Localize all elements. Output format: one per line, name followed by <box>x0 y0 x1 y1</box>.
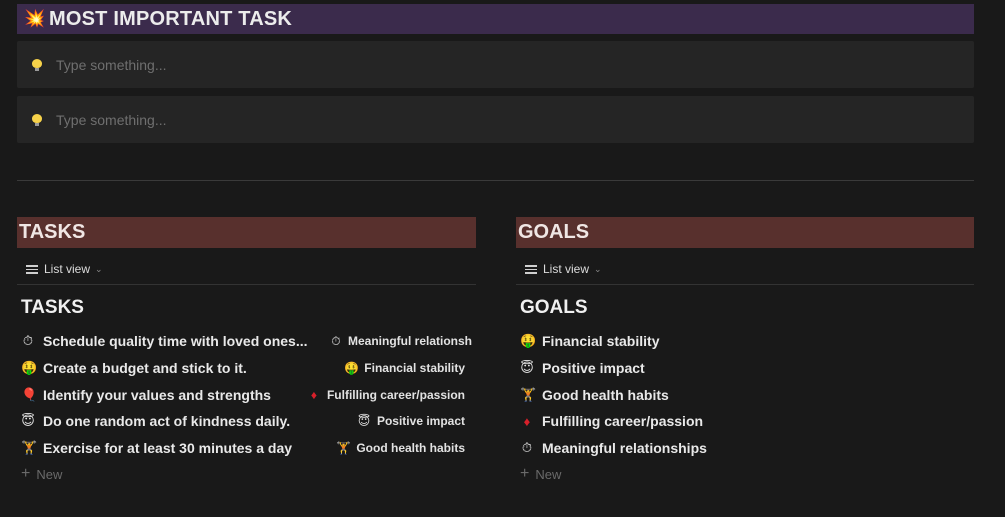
goal-item[interactable]: 😇 Positive impact <box>520 357 645 379</box>
diamond-icon: ♦ <box>310 388 318 402</box>
goal-item-label: Positive impact <box>542 360 645 376</box>
task-item[interactable]: 🏋 Exercise for at least 30 minutes a day <box>21 437 292 459</box>
goal-item[interactable]: ♦ Fulfilling career/passion <box>520 410 703 432</box>
goal-item-label: Financial stability <box>542 333 660 349</box>
chevron-down-icon: ⌄ <box>95 263 103 274</box>
goal-item[interactable]: ⏱ Meaningful relationships <box>520 437 707 459</box>
diamond-icon: ♦ <box>523 413 531 429</box>
goal-item-label: Good health habits <box>542 387 669 403</box>
money-face-icon: 🤑 <box>520 333 537 348</box>
goals-list-title: GOALS <box>520 297 588 318</box>
task-item[interactable]: ⏱ Schedule quality time with loved ones.… <box>21 330 308 352</box>
task-item-label: Identify your values and strengths <box>43 387 271 403</box>
tasks-header-label: TASKS <box>19 221 86 243</box>
task-item[interactable]: 😇 Do one random act of kindness daily. <box>21 410 290 432</box>
tasks-view-divider <box>17 284 476 285</box>
task-goal-relation[interactable]: ⏱ Meaningful relationsh <box>330 330 472 352</box>
list-icon <box>525 264 537 274</box>
weightlifter-icon: 🏋 <box>336 441 352 455</box>
balloon-icon: 🎈 <box>21 387 38 402</box>
halo-face-icon: 😇 <box>21 413 35 428</box>
goal-item-label: Meaningful relationships <box>542 440 707 456</box>
stopwatch-icon: ⏱ <box>331 333 341 348</box>
tasks-list-view-button[interactable]: List view ⌄ <box>26 262 103 276</box>
relation-label: Fulfilling career/passion <box>326 388 465 402</box>
goal-item-label: Fulfilling career/passion <box>542 413 704 429</box>
new-label: New <box>535 466 562 482</box>
tasks-header: TASKS <box>17 217 476 248</box>
explosion-icon: 💥 <box>24 9 46 28</box>
stopwatch-icon: ⏱ <box>521 440 533 455</box>
new-label: New <box>36 466 63 482</box>
task-item-label: Do one random act of kindness daily. <box>43 413 291 429</box>
halo-face-icon: 😇 <box>520 360 534 375</box>
plus-icon: + <box>21 465 31 482</box>
task-item[interactable]: 🤑 Create a budget and stick to it. <box>21 357 247 379</box>
money-face-icon: 🤑 <box>344 361 360 375</box>
goal-item[interactable]: 🤑 Financial stability <box>520 330 659 352</box>
goals-header-label: GOALS <box>518 221 590 243</box>
halo-face-icon: 😇 <box>357 414 371 428</box>
lightbulb-icon <box>32 113 42 126</box>
relation-label: Financial stability <box>364 361 465 375</box>
goals-new-button[interactable]: + New <box>520 465 561 483</box>
input-placeholder: Type something... <box>56 111 167 128</box>
relation-label: Positive impact <box>376 414 465 428</box>
chevron-down-icon: ⌄ <box>594 263 602 274</box>
task-input-2[interactable]: Type something... <box>17 96 974 143</box>
relation-label: Meaningful relationsh <box>347 334 472 348</box>
lightbulb-icon <box>32 58 42 71</box>
most-important-task-banner: 💥 MOST IMPORTANT TASK <box>17 4 974 34</box>
weightlifter-icon: 🏋 <box>21 440 38 455</box>
tasks-new-button[interactable]: + New <box>21 465 62 483</box>
relation-label: Good health habits <box>356 441 465 455</box>
list-icon <box>26 264 38 274</box>
list-view-label: List view <box>543 262 590 276</box>
task-goal-relation[interactable]: ♦ Fulfilling career/passion <box>300 384 465 406</box>
task-item-label: Create a budget and stick to it. <box>43 360 247 376</box>
task-goal-relation[interactable]: 🏋 Good health habits <box>330 437 465 459</box>
task-goal-relation[interactable]: 😇 Positive impact <box>330 410 465 432</box>
input-placeholder: Type something... <box>56 56 167 73</box>
goal-item[interactable]: 🏋 Good health habits <box>520 384 669 406</box>
goals-header: GOALS <box>516 217 974 248</box>
stopwatch-icon: ⏱ <box>22 333 34 348</box>
task-input-1[interactable]: Type something... <box>17 41 974 88</box>
goals-view-divider <box>516 284 974 285</box>
list-view-label: List view <box>44 262 91 276</box>
banner-title: MOST IMPORTANT TASK <box>49 7 293 30</box>
goals-list-view-button[interactable]: List view ⌄ <box>525 262 602 276</box>
weightlifter-icon: 🏋 <box>520 387 537 402</box>
task-item[interactable]: 🎈 Identify your values and strengths <box>21 384 271 406</box>
task-item-label: Schedule quality time with loved ones... <box>43 333 308 349</box>
money-face-icon: 🤑 <box>21 360 38 375</box>
plus-icon: + <box>520 465 530 482</box>
task-goal-relation[interactable]: 🤑 Financial stability <box>330 357 465 379</box>
divider <box>17 180 974 181</box>
task-item-label: Exercise for at least 30 minutes a day <box>43 440 293 456</box>
tasks-list-title: TASKS <box>21 297 84 318</box>
